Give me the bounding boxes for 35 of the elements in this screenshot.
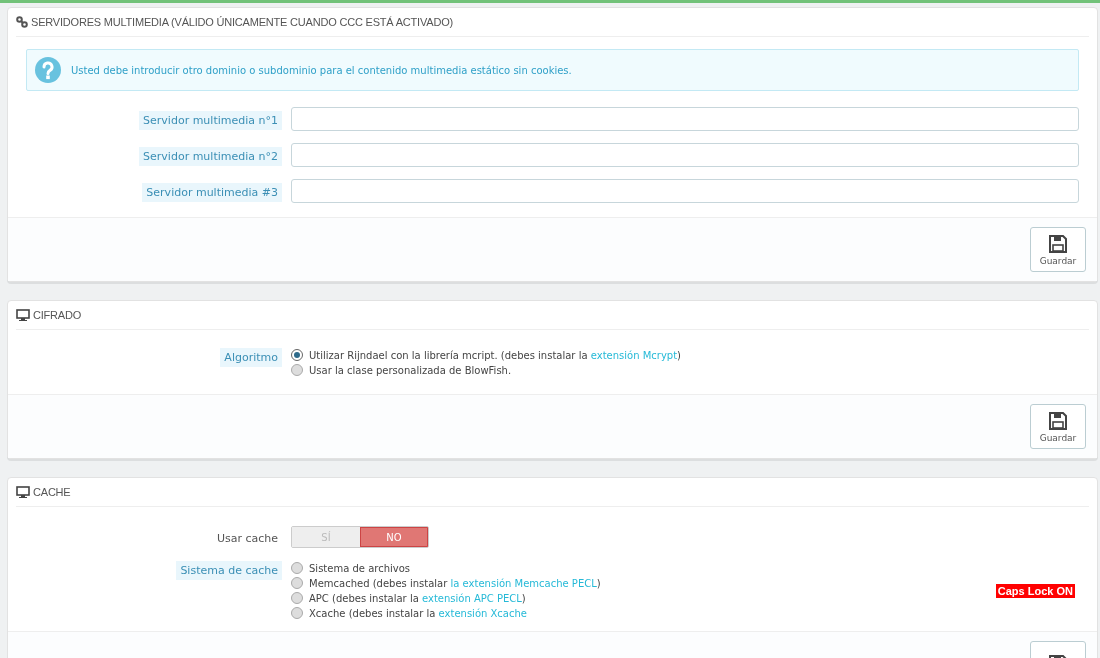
radio-button[interactable] xyxy=(291,349,303,361)
link-icon xyxy=(16,16,28,28)
field-label: Servidor multimedia n°1 xyxy=(139,110,282,130)
question-icon xyxy=(35,57,61,83)
radio-button[interactable] xyxy=(291,364,303,376)
radio-button[interactable] xyxy=(291,607,303,619)
extension-link[interactable]: la extensión Memcache PECL xyxy=(450,577,597,589)
option-label: APC (debes instalar la extensión APC PECL) xyxy=(309,592,526,604)
field-label: Servidor multimedia #3 xyxy=(142,182,282,202)
radio-button[interactable] xyxy=(291,562,303,574)
extension-link[interactable]: extensión APC PECL xyxy=(422,592,522,604)
input-field[interactable] xyxy=(291,179,1079,203)
option-label: Xcache (debes instalar la extensión Xcache xyxy=(309,607,527,619)
save-button[interactable]: Guardar xyxy=(1030,404,1086,449)
monitor-icon xyxy=(16,486,30,498)
field-label: Usar cache xyxy=(215,530,279,547)
field-label: Algoritmo xyxy=(220,348,282,367)
option-label: Memcached (debes instalar la extensión Memcache PECL) xyxy=(309,577,601,589)
option-label: Sistema de archivos xyxy=(309,562,410,574)
input-field[interactable] xyxy=(291,107,1079,131)
caps-lock-badge: Caps Lock ON xyxy=(995,584,1075,598)
panel-title: SERVIDORES MULTIMEDIA (VÁLIDO ÚNICAMENTE CUANDO CCC ESTÁ ACTIVADO) xyxy=(31,16,453,28)
save-button[interactable]: Guardar xyxy=(1030,227,1086,272)
field-label: Servidor multimedia n°2 xyxy=(139,146,282,166)
panel-title: CACHE xyxy=(33,486,71,498)
option-label: Utilizar Rijndael con la librería mcript. (debes instalar la extensión Mcrypt) xyxy=(309,349,681,361)
radio-button[interactable] xyxy=(291,592,303,604)
field-label: Sistema de cache xyxy=(176,561,282,580)
monitor-icon xyxy=(16,309,30,321)
input-field[interactable] xyxy=(291,143,1079,167)
panel-title: CIFRADO xyxy=(33,309,82,321)
extension-link[interactable]: extensión Xcache xyxy=(438,607,527,619)
alert-text: Usted debe introducir otro dominio o subdominio para el contenido multimedia estático sin cookies. xyxy=(71,64,572,76)
radio-button[interactable] xyxy=(291,577,303,589)
option-label: Usar la clase personalizada de BlowFish. xyxy=(309,364,512,376)
